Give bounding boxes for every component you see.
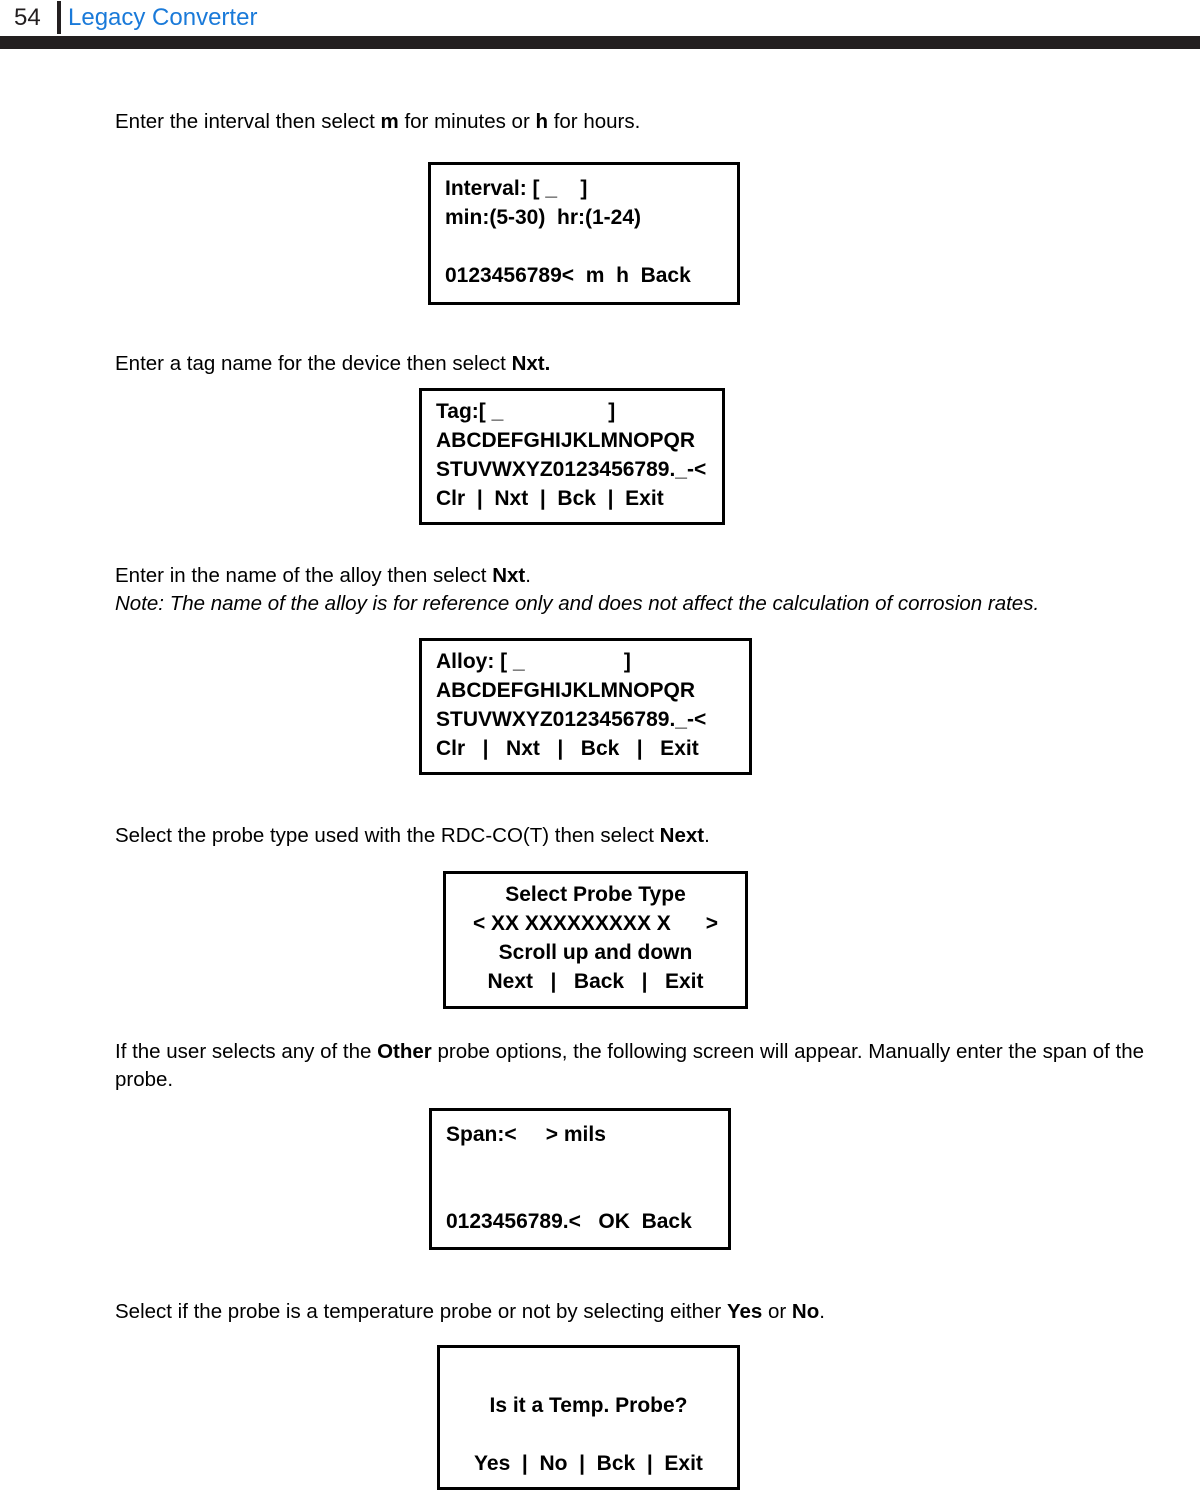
paragraph-alloy-note: Note: The name of the alloy is for refer… (115, 592, 1040, 615)
paragraph-interval-text-1: Enter the interval then select (115, 110, 381, 133)
paragraph-alloy-text-1: Enter in the name of the alloy then sele… (115, 564, 493, 587)
paragraph-alloy-bold-1: Nxt (492, 564, 526, 587)
paragraph-temp-probe-text-3: . (819, 1300, 825, 1323)
span-screen-line-1: Span:< > mils (446, 1123, 606, 1146)
temp-probe-screen-line-3 (440, 1420, 737, 1449)
alloy-screen-line-1: Alloy: [ _ ] (436, 650, 631, 673)
paragraph-span: If the user selects any of the Other pro… (115, 1038, 1185, 1094)
header-divider (57, 1, 61, 34)
header-rule-bar (0, 36, 1200, 49)
select-probe-type-screen-line-4: Next | Back | Exit (487, 970, 704, 993)
temp-probe-screen: Is it a Temp. Probe? Yes | No | Bck | Ex… (437, 1345, 740, 1490)
interval-screen-line-2: min:(5-30) hr:(1-24) (445, 206, 642, 229)
temp-probe-screen-line-1 (440, 1362, 737, 1391)
interval-screen-line-4: 0123456789< m h Back (445, 264, 691, 287)
paragraph-temp-probe-text-2: or (762, 1300, 792, 1323)
alloy-screen-line-2: ABCDEFGHIJKLMNOPQR (436, 679, 696, 702)
paragraph-probe-type-text-1: Select the probe type used with the RDC-… (115, 824, 660, 847)
paragraph-probe-type-text-2: . (704, 824, 710, 847)
paragraph-probe-type: Select the probe type used with the RDC-… (115, 822, 1065, 850)
alloy-screen-line-4: Clr | Nxt | Bck | Exit (436, 737, 699, 760)
paragraph-span-bold-1: Other (377, 1040, 432, 1063)
paragraph-alloy: Enter in the name of the alloy then sele… (115, 562, 1185, 590)
paragraph-temp-probe-text-1: Select if the probe is a temperature pro… (115, 1300, 727, 1323)
paragraph-interval-text-3: for hours. (548, 110, 641, 133)
interval-screen-line-1: Interval: [ _ ] (445, 177, 588, 200)
span-screen-line-3 (446, 1178, 728, 1207)
paragraph-interval-bold-1: m (380, 110, 399, 133)
paragraph-temp-probe: Select if the probe is a temperature pro… (115, 1298, 1115, 1326)
interval-screen-line-3 (445, 232, 737, 261)
paragraph-interval-bold-2: h (535, 110, 548, 133)
select-probe-type-screen: Select Probe Type < XX XXXXXXXXX X > Scr… (443, 871, 748, 1009)
select-probe-type-screen-line-1: Select Probe Type (505, 883, 686, 906)
select-probe-type-screen-line-3: Scroll up and down (498, 941, 693, 964)
paragraph-span-text-1: If the user selects any of the (115, 1040, 378, 1063)
paragraph-probe-type-bold-1: Next (659, 824, 705, 847)
temp-probe-screen-line-2: Is it a Temp. Probe? (489, 1394, 688, 1417)
page-title: Legacy Converter (68, 4, 258, 31)
page-number: 54 (14, 4, 41, 31)
tag-screen-line-3: STUVWXYZ0123456789._-< (436, 458, 707, 481)
span-screen-line-4: 0123456789.< OK Back (446, 1210, 692, 1233)
span-screen-line-2 (446, 1149, 728, 1178)
paragraph-alloy-text-2: . (525, 564, 531, 587)
select-probe-type-screen-line-2: < XX XXXXXXXXX X > (472, 912, 719, 935)
alloy-screen: Alloy: [ _ ] ABCDEFGHIJKLMNOPQR STUVWXYZ… (419, 638, 752, 775)
page-header: 54 Legacy Converter (0, 0, 1200, 49)
tag-screen-line-1: Tag:[ _ ] (436, 400, 616, 423)
interval-screen: Interval: [ _ ] min:(5-30) hr:(1-24) 012… (428, 162, 740, 305)
tag-screen-line-4: Clr | Nxt | Bck | Exit (436, 487, 664, 510)
paragraph-temp-probe-bold-2: No (791, 1300, 820, 1323)
paragraph-tag: Enter a tag name for the device then sel… (115, 350, 1015, 378)
alloy-screen-line-3: STUVWXYZ0123456789._-< (436, 708, 707, 731)
paragraph-tag-text-1: Enter a tag name for the device then sel… (115, 352, 512, 375)
tag-screen: Tag:[ _ ] ABCDEFGHIJKLMNOPQR STUVWXYZ012… (419, 388, 725, 525)
span-screen: Span:< > mils 0123456789.< OK Back (429, 1108, 731, 1250)
paragraph-tag-bold-1: Nxt. (511, 352, 551, 375)
paragraph-temp-probe-bold-1: Yes (726, 1300, 763, 1323)
tag-screen-line-2: ABCDEFGHIJKLMNOPQR (436, 429, 696, 452)
paragraph-interval: Enter the interval then select m for min… (115, 108, 1015, 136)
temp-probe-screen-line-4: Yes | No | Bck | Exit (474, 1452, 703, 1475)
paragraph-interval-text-2: for minutes or (398, 110, 536, 133)
